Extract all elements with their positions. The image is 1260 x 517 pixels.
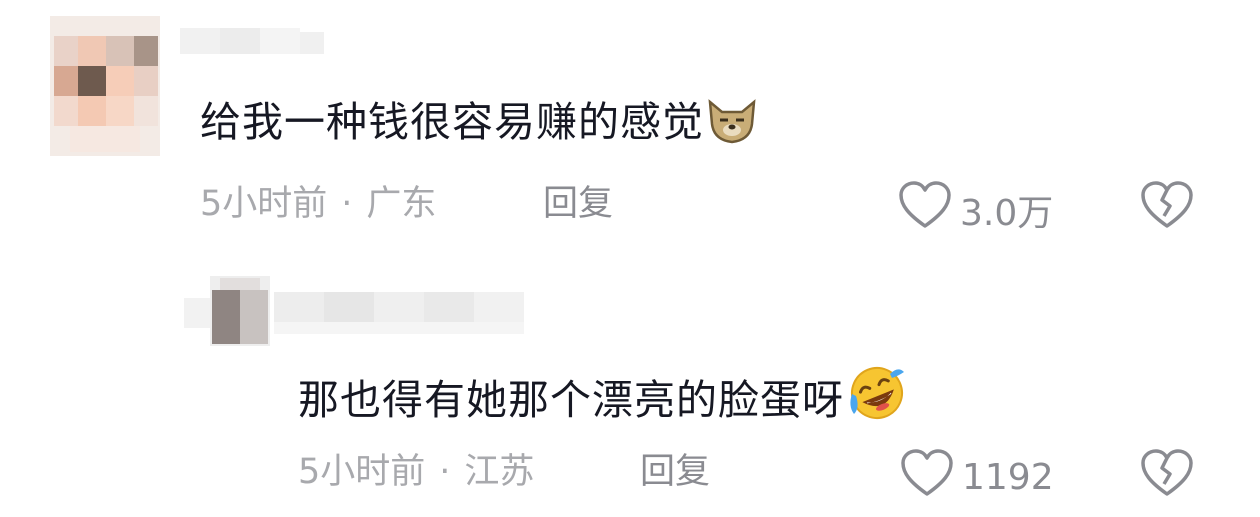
comment-text: 那也得有她那个漂亮的脸蛋呀 (298, 364, 908, 432)
comment-text: 给我一种钱很容易赚的感觉 (200, 98, 758, 154)
comment-meta: 5小时前 · 江苏 (298, 450, 534, 494)
broken-heart-icon (1140, 181, 1194, 234)
timestamp: 5小时前 (298, 452, 426, 492)
username-blurred[interactable] (180, 22, 330, 62)
comment-meta: 5小时前 · 广东 (200, 182, 436, 226)
heart-outline-icon (898, 180, 960, 239)
rofl-laughing-emoji-icon (846, 364, 908, 432)
like-count: 1192 (962, 457, 1054, 498)
meta-separator: · (439, 452, 451, 492)
location: 江苏 (464, 452, 535, 492)
dislike-button[interactable] (1140, 180, 1194, 234)
username-blurred[interactable] (184, 288, 529, 336)
like-count: 3.0万 (960, 192, 1054, 234)
smirking-dog-emoji-icon (706, 98, 758, 154)
comment-1: 给我一种钱很容易赚的感觉 5小时前 · 广东 回复 3.0万 (0, 0, 1260, 260)
comment-body: 那也得有她那个漂亮的脸蛋呀 (298, 376, 844, 424)
comment-body: 给我一种钱很容易赚的感觉 (200, 98, 704, 146)
dislike-button[interactable] (1140, 448, 1194, 502)
meta-separator: · (341, 184, 353, 224)
location: 广东 (366, 184, 437, 224)
like-button[interactable]: 3.0万 (898, 180, 1053, 239)
timestamp: 5小时前 (200, 184, 328, 224)
reply-button[interactable]: 回复 (543, 182, 613, 226)
reply-button[interactable]: 回复 (640, 450, 710, 494)
broken-heart-icon (1140, 449, 1194, 502)
like-button[interactable]: 1192 (900, 448, 1054, 507)
avatar-blurred[interactable] (50, 16, 160, 156)
comment-2: 那也得有她那个漂亮的脸蛋呀 5小时前 · 江苏 回复 1192 (0, 260, 1260, 517)
heart-outline-icon (900, 448, 962, 507)
